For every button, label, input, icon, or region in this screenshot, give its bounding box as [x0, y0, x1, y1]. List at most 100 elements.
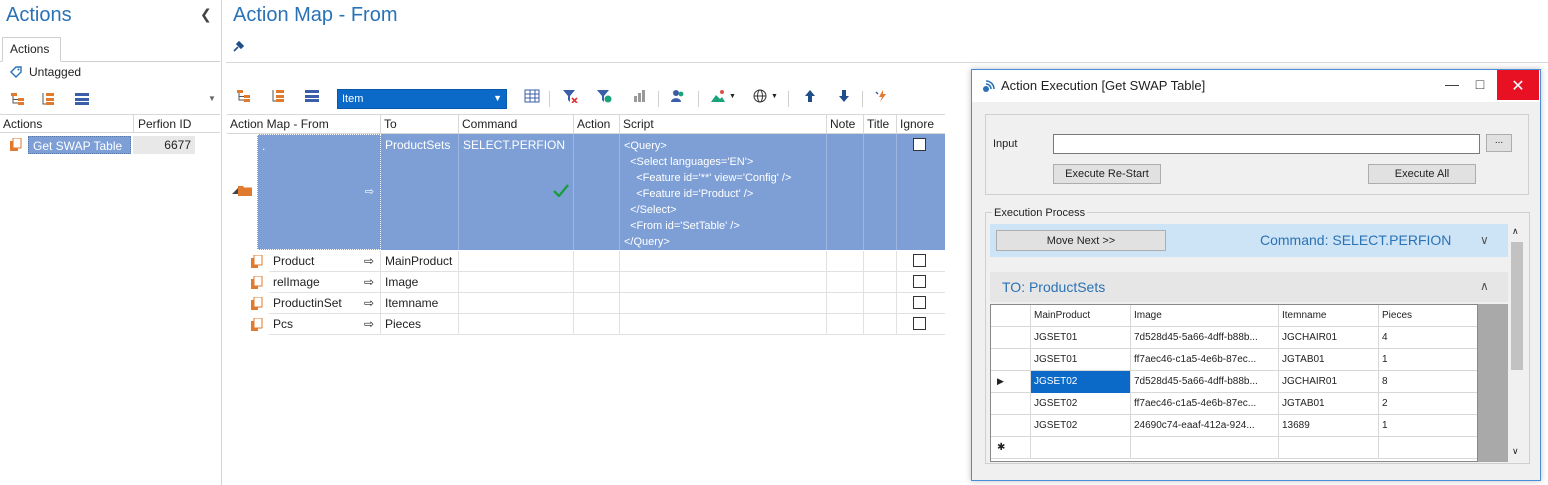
list-tree-icon[interactable] — [270, 89, 286, 103]
col-header-actions[interactable]: Actions — [3, 117, 42, 131]
cell-script[interactable] — [620, 251, 827, 272]
cell-pieces[interactable]: 1 — [1379, 415, 1477, 437]
cell-image[interactable]: 7d528d45-5a66-4dff-b88b... — [1131, 371, 1279, 393]
cell-image[interactable]: ff7aec46-c1a5-4e6b-87ec... — [1131, 349, 1279, 371]
cell-note[interactable] — [827, 251, 864, 272]
col-header-command[interactable]: Command — [459, 115, 574, 134]
col-header-pieces[interactable]: Pieces — [1379, 305, 1477, 327]
table-row[interactable]: JGSET02 24690c74-eaaf-412a-924... 13689 … — [991, 415, 1477, 437]
chevron-down-icon[interactable]: ▼ — [729, 93, 736, 100]
cell-mainproduct[interactable]: JGSET01 — [1031, 327, 1131, 349]
cell-pieces[interactable]: 8 — [1379, 371, 1477, 393]
ignore-checkbox[interactable] — [913, 275, 926, 288]
move-up-icon[interactable] — [802, 89, 818, 103]
tab-actions[interactable]: Actions — [2, 37, 61, 62]
cell-note[interactable] — [827, 293, 864, 314]
command-panel[interactable]: Move Next >> Command: SELECT.PERFION ∨ — [990, 224, 1508, 257]
cell-image[interactable]: 7d528d45-5a66-4dff-b88b... — [1131, 327, 1279, 349]
cell-action[interactable] — [574, 272, 620, 293]
move-down-icon[interactable] — [836, 89, 852, 103]
close-icon[interactable]: ✕ — [1497, 70, 1539, 100]
execute-icon[interactable] — [874, 89, 890, 103]
chevron-down-icon[interactable]: ∨ — [1512, 446, 1519, 457]
cell-to[interactable]: Pieces — [381, 314, 459, 335]
cell-from[interactable]: relImage ⇨ — [269, 272, 381, 293]
col-header-script[interactable]: Script — [620, 115, 827, 134]
image-icon[interactable] — [710, 89, 726, 103]
dialog-titlebar[interactable]: Action Execution [Get SWAP Table] — □ ✕ — [972, 70, 1540, 102]
cell-ignore[interactable] — [897, 314, 945, 335]
cell-ignore[interactable] — [897, 134, 945, 250]
cell-pieces[interactable]: 2 — [1379, 393, 1477, 415]
list-tree-icon[interactable] — [40, 92, 56, 106]
cell-pieces[interactable]: 1 — [1379, 349, 1477, 371]
col-header-title[interactable]: Title — [864, 115, 897, 134]
collapse-panel-icon[interactable]: ❮ — [200, 6, 212, 23]
table-row[interactable]: ProductinSet ⇨ Itemname — [269, 293, 945, 314]
table-row[interactable]: JGSET01 7d528d45-5a66-4dff-b88b... JGCHA… — [991, 327, 1477, 349]
action-name[interactable]: Get SWAP Table — [28, 136, 131, 154]
table-row[interactable]: JGSET02 ff7aec46-c1a5-4e6b-87ec... JGTAB… — [991, 393, 1477, 415]
chevron-down-icon[interactable]: ▼ — [771, 93, 778, 100]
table-row[interactable]: . ⇨ ProductSets SELECT.PERFION <Query> <… — [257, 134, 945, 250]
chevron-down-icon[interactable]: ∨ — [1480, 233, 1489, 247]
cell-command[interactable] — [459, 251, 574, 272]
cell-image[interactable]: 24690c74-eaaf-412a-924... — [1131, 415, 1279, 437]
cell-image[interactable]: ff7aec46-c1a5-4e6b-87ec... — [1131, 393, 1279, 415]
cell-command[interactable] — [459, 314, 574, 335]
cell-from[interactable]: Product ⇨ — [269, 251, 381, 272]
cell-action[interactable] — [574, 314, 620, 335]
cell-title[interactable] — [864, 293, 897, 314]
chart-icon[interactable] — [632, 89, 648, 103]
ignore-checkbox[interactable] — [913, 317, 926, 330]
cell-action[interactable] — [574, 251, 620, 272]
ignore-checkbox[interactable] — [913, 254, 926, 267]
cell-note[interactable] — [827, 314, 864, 335]
cell-command[interactable] — [459, 272, 574, 293]
cell-to[interactable]: Image — [381, 272, 459, 293]
cell-itemname[interactable]: JGTAB01 — [1279, 393, 1379, 415]
table-row[interactable]: ▶ JGSET02 7d528d45-5a66-4dff-b88b... JGC… — [991, 371, 1477, 393]
cell-title[interactable] — [864, 314, 897, 335]
columns-icon[interactable] — [524, 89, 540, 103]
table-row[interactable]: Pcs ⇨ Pieces — [269, 314, 945, 335]
cell-mainproduct[interactable]: JGSET02 — [1031, 393, 1131, 415]
execute-all-button[interactable]: Execute All — [1368, 164, 1476, 184]
col-header-mainproduct[interactable]: MainProduct — [1031, 305, 1131, 327]
cell-mainproduct[interactable]: JGSET02 — [1031, 415, 1131, 437]
tree-view-icon[interactable] — [10, 92, 26, 106]
tree-view-icon[interactable] — [236, 89, 252, 103]
browse-button[interactable]: ... — [1486, 134, 1512, 152]
cell-itemname[interactable]: JGTAB01 — [1279, 349, 1379, 371]
cell-ignore[interactable] — [897, 293, 945, 314]
col-header-image[interactable]: Image — [1131, 305, 1279, 327]
table-row[interactable]: Get SWAP Table 6677 — [0, 135, 220, 156]
vertical-scrollbar[interactable]: ∧ ∨ — [1509, 224, 1525, 462]
cell-ignore[interactable] — [897, 272, 945, 293]
cell-from[interactable]: Pcs ⇨ — [269, 314, 381, 335]
pin-icon[interactable] — [233, 40, 245, 52]
cell-title[interactable] — [864, 251, 897, 272]
new-row[interactable]: ✱ — [991, 437, 1477, 459]
cell-title[interactable] — [864, 272, 897, 293]
toolbar-overflow-icon[interactable]: ▼ — [208, 94, 216, 103]
cell-script[interactable] — [620, 293, 827, 314]
cell-note[interactable] — [827, 272, 864, 293]
ignore-checkbox[interactable] — [913, 138, 926, 151]
users-icon[interactable] — [670, 89, 686, 103]
cell-ignore[interactable] — [897, 251, 945, 272]
cell-itemname[interactable]: JGCHAIR01 — [1279, 327, 1379, 349]
table-row[interactable]: relImage ⇨ Image — [269, 272, 945, 293]
cell-pieces[interactable]: 4 — [1379, 327, 1477, 349]
execute-restart-button[interactable]: Execute Re-Start — [1053, 164, 1161, 184]
col-header-perfion-id[interactable]: Perfion ID — [138, 117, 191, 131]
cell-to[interactable]: ProductSets — [381, 134, 459, 250]
cell-mainproduct[interactable]: JGSET01 — [1031, 349, 1131, 371]
cell-note[interactable] — [827, 134, 864, 250]
cell-script[interactable] — [620, 272, 827, 293]
input-field[interactable] — [1053, 134, 1480, 154]
chevron-up-icon[interactable]: ∧ — [1480, 279, 1489, 293]
col-header-note[interactable]: Note — [827, 115, 864, 134]
move-next-button[interactable]: Move Next >> — [996, 230, 1166, 251]
cell-from[interactable]: ProductinSet ⇨ — [269, 293, 381, 314]
